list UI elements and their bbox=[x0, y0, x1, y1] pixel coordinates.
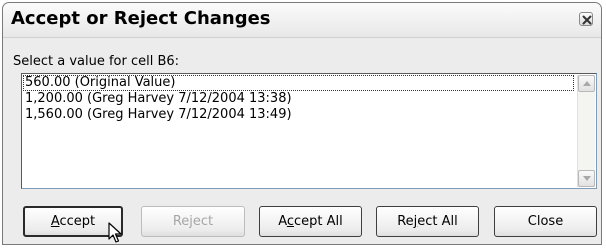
value-listbox[interactable]: 560.00 (Original Value) 1,200.00 (Greg H… bbox=[21, 73, 597, 189]
reject-button: Reject bbox=[141, 206, 245, 237]
dialog-title: Accept or Reject Changes bbox=[11, 8, 271, 29]
list-item-change-2[interactable]: 1,560.00 (Greg Harvey 7/12/2004 13:49) bbox=[23, 107, 576, 123]
title-bar[interactable]: Accept or Reject Changes bbox=[3, 3, 601, 38]
accept-reject-dialog: Accept or Reject Changes Select a value … bbox=[2, 2, 602, 245]
value-list: 560.00 (Original Value) 1,200.00 (Greg H… bbox=[23, 75, 576, 123]
scroll-up-arrow-icon[interactable] bbox=[578, 75, 595, 92]
mouse-pointer-icon bbox=[108, 222, 122, 249]
list-item-original-value[interactable]: 560.00 (Original Value) bbox=[23, 75, 574, 91]
close-button[interactable]: Close bbox=[494, 206, 597, 237]
accept-all-button[interactable]: Accept All bbox=[259, 206, 362, 237]
reject-all-button[interactable]: Reject All bbox=[376, 206, 479, 237]
close-icon[interactable] bbox=[579, 12, 593, 26]
scroll-down-arrow-icon[interactable] bbox=[578, 170, 595, 187]
cell-prompt-label: Select a value for cell B6: bbox=[13, 54, 180, 69]
list-scrollbar[interactable] bbox=[577, 75, 595, 187]
list-item-change-1[interactable]: 1,200.00 (Greg Harvey 7/12/2004 13:38) bbox=[23, 91, 576, 107]
